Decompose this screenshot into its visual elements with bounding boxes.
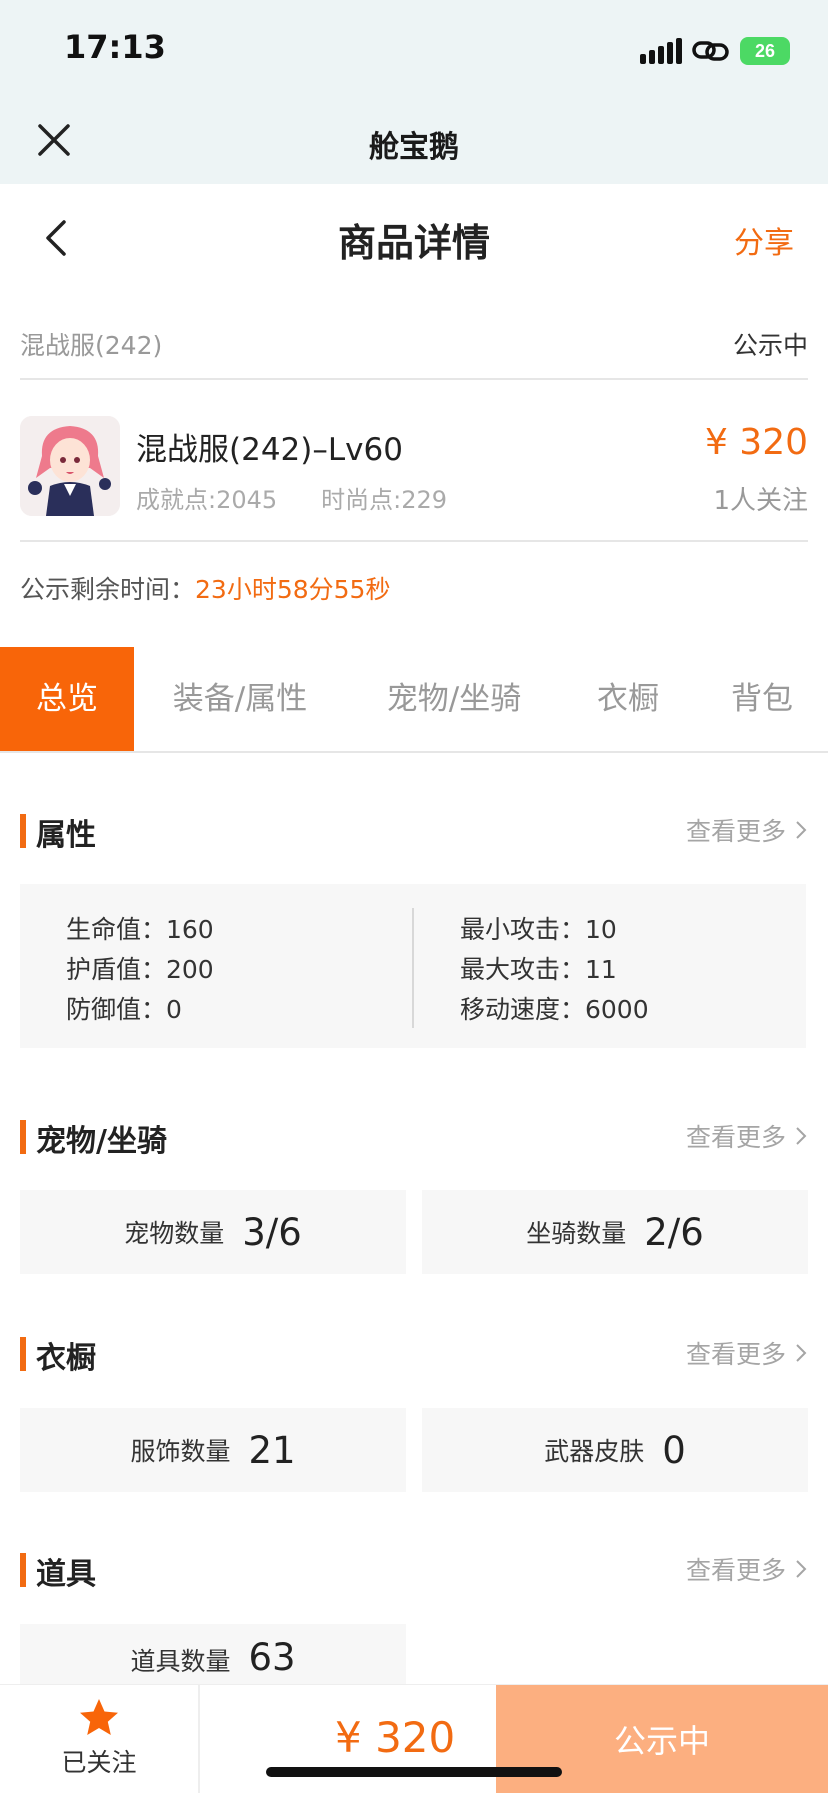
section-title: 属性 (36, 818, 96, 853)
attr-min-attack: 最小攻击：10 (460, 915, 617, 944)
chevron-right-icon (796, 1344, 807, 1362)
server-name: 混战服(242) (20, 331, 163, 360)
section-marker (20, 1553, 26, 1587)
battery-icon: 26 (740, 37, 790, 65)
miniapp-title: 舱宝鹅 (369, 130, 459, 165)
attr-max-attack: 最大攻击：11 (460, 955, 617, 984)
bottom-price: ¥ 320 (335, 1713, 456, 1762)
star-icon (80, 1699, 118, 1735)
view-more-label: 查看更多 (685, 1556, 786, 1585)
card-value: 2/6 (644, 1210, 704, 1254)
chevron-right-icon (796, 1127, 807, 1145)
view-more-label: 查看更多 (685, 1340, 786, 1369)
pet-count-card[interactable]: 宠物数量 3/6 (20, 1190, 406, 1274)
mount-count-card[interactable]: 坐骑数量 2/6 (422, 1190, 808, 1274)
section-title: 衣橱 (36, 1341, 96, 1376)
card-label: 武器皮肤 (544, 1437, 645, 1466)
attr-defense: 防御值：0 (66, 995, 182, 1024)
status-icons: 26 (640, 34, 790, 68)
miniapp-bar: 舱宝鹅 (0, 100, 828, 184)
countdown-value: 23小时58分55秒 (195, 575, 391, 604)
card-value: 0 (662, 1428, 686, 1472)
countdown-label: 公示剩余时间： (20, 575, 196, 604)
section-title: 宠物/坐骑 (36, 1124, 167, 1159)
card-label: 坐骑数量 (526, 1219, 627, 1248)
attributes-left: 生命值：160 护盾值：200 防御值：0 (66, 910, 214, 1030)
product-meta: 成就点:2045 时尚点:229 (136, 480, 447, 515)
section-pets: 宠物/坐骑 查看更多 (20, 1116, 808, 1159)
status-time: 17:13 (64, 28, 166, 66)
page-title: 商品详情 (337, 221, 490, 265)
card-label: 服饰数量 (130, 1437, 231, 1466)
divider (412, 908, 414, 1028)
attr-move-speed: 移动速度：6000 (460, 995, 649, 1024)
section-marker (20, 1120, 26, 1154)
product-price: ¥ 320 (704, 422, 808, 463)
view-more-button[interactable]: 查看更多 (686, 812, 808, 848)
attributes-panel: 生命值：160 护盾值：200 防御值：0 最小攻击：10 最大攻击：11 移动… (20, 884, 806, 1048)
product-card: 混战服(242)–Lv60 成就点:2045 时尚点:229 ¥ 320 1人关注 (20, 380, 808, 542)
character-avatar (20, 416, 120, 516)
section-marker (20, 814, 26, 848)
link-icon (692, 41, 729, 61)
attributes-right: 最小攻击：10 最大攻击：11 移动速度：6000 (460, 910, 649, 1030)
card-value: 3/6 (242, 1210, 302, 1254)
fashion-points: 时尚点:229 (321, 486, 448, 514)
nav-bar: 商品详情 分享 (0, 184, 828, 290)
chevron-right-icon (796, 821, 807, 839)
card-label: 宠物数量 (124, 1219, 225, 1248)
follow-label: 已关注 (61, 1748, 137, 1777)
tab-bag[interactable]: 背包 (712, 647, 812, 751)
view-more-label: 查看更多 (685, 1123, 786, 1152)
countdown: 公示剩余时间：23小时58分55秒 (20, 570, 390, 606)
view-more-button[interactable]: 查看更多 (686, 1335, 808, 1371)
section-wardrobe: 衣橱 查看更多 (20, 1333, 808, 1376)
section-marker (20, 1337, 26, 1371)
signal-icon (640, 38, 682, 64)
tab-pets[interactable]: 宠物/坐骑 (364, 647, 544, 751)
status-bar: 17:13 26 (0, 0, 828, 100)
view-more-button[interactable]: 查看更多 (686, 1118, 808, 1154)
server-row: 混战服(242) 公示中 (20, 306, 808, 380)
tab-wardrobe[interactable]: 衣橱 (578, 647, 678, 751)
view-more-label: 查看更多 (685, 817, 786, 846)
achievement-points: 成就点:2045 (136, 486, 278, 514)
server-status: 公示中 (732, 331, 808, 360)
attr-shield: 护盾值：200 (66, 955, 214, 984)
follower-count: 1人关注 (713, 486, 808, 516)
follow-button[interactable]: 已关注 (0, 1685, 200, 1793)
view-more-button[interactable]: 查看更多 (686, 1551, 808, 1587)
tab-bar: 总览 装备/属性 宠物/坐骑 衣橱 背包 (0, 647, 828, 753)
tab-overview[interactable]: 总览 (0, 647, 134, 751)
section-title: 道具 (36, 1557, 96, 1592)
product-title: 混战服(242)–Lv60 (136, 432, 403, 468)
tab-equipment[interactable]: 装备/属性 (150, 647, 330, 751)
chevron-right-icon (796, 1560, 807, 1578)
outfit-count-card[interactable]: 服饰数量 21 (20, 1408, 406, 1492)
card-value: 63 (248, 1636, 296, 1679)
attr-hp: 生命值：160 (66, 915, 214, 944)
section-attributes: 属性 查看更多 (20, 810, 808, 853)
card-value: 21 (248, 1428, 296, 1472)
section-items: 道具 查看更多 (20, 1549, 808, 1592)
home-indicator (266, 1767, 562, 1777)
share-button[interactable]: 分享 (734, 218, 794, 262)
card-label: 道具数量 (130, 1647, 231, 1676)
weapon-skin-card[interactable]: 武器皮肤 0 (422, 1408, 808, 1492)
